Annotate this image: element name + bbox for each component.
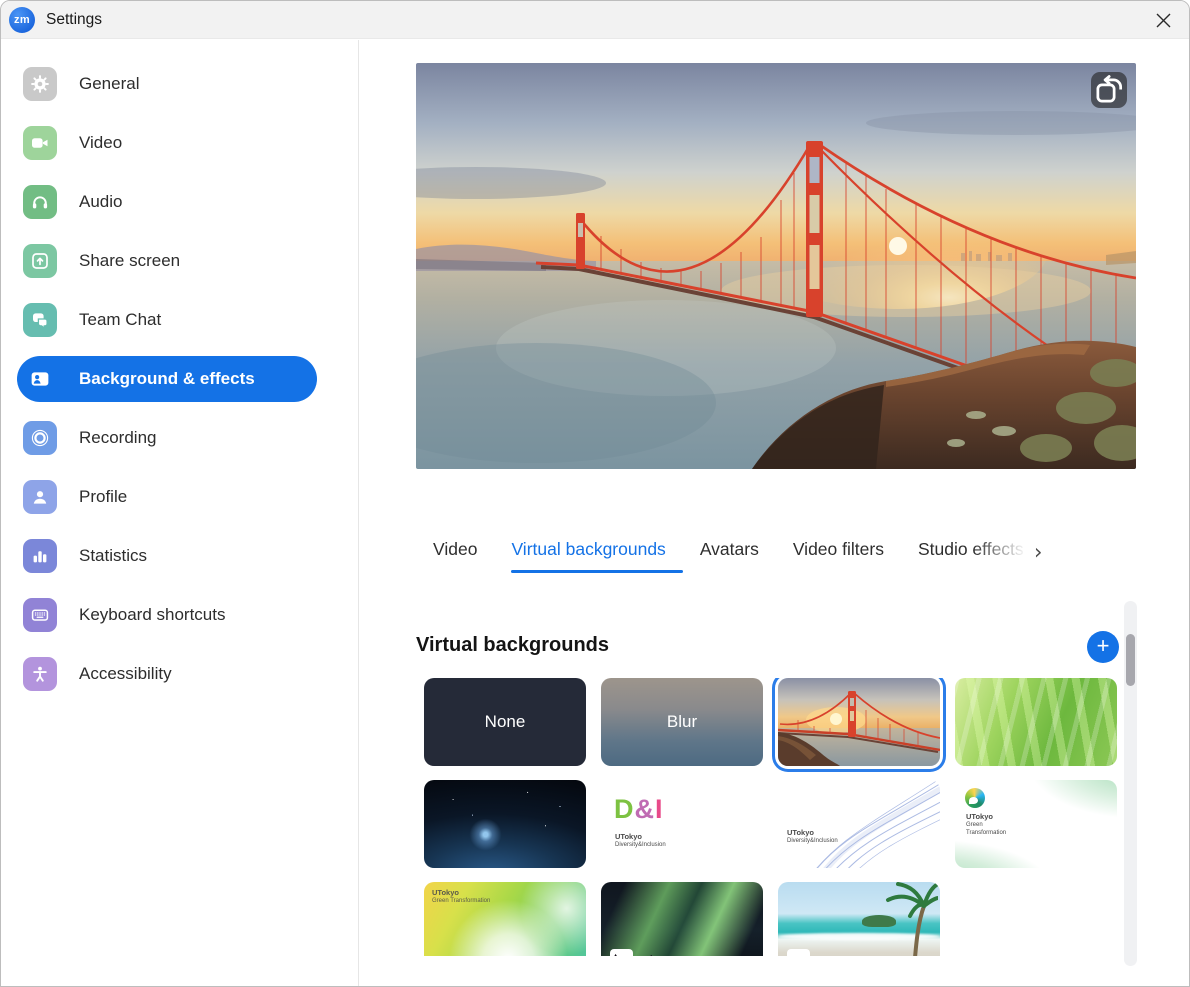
keyboard-icon: [23, 598, 57, 632]
video-badge-icon: [610, 949, 633, 956]
background-tile-beach-palm[interactable]: [778, 882, 940, 956]
background-tile-grass[interactable]: [955, 678, 1117, 766]
person-icon: [23, 480, 57, 514]
background-tile-earth-space[interactable]: [424, 780, 586, 868]
main-panel: Video Virtual backgrounds Avatars Video …: [359, 40, 1190, 987]
record-circle-icon: [23, 421, 57, 455]
sidebar-item-accessibility[interactable]: Accessibility: [17, 651, 317, 697]
golden-gate-preview-image: [416, 63, 1136, 469]
tab-video-filters[interactable]: Video filters: [776, 539, 901, 573]
tab-video[interactable]: Video: [416, 539, 494, 573]
sidebar-item-label: Team Chat: [79, 310, 161, 330]
gear-icon: [23, 67, 57, 101]
sidebar-item-team-chat[interactable]: Team Chat: [17, 297, 317, 343]
tile-label: Blur: [601, 678, 763, 766]
video-preview: [416, 63, 1136, 469]
sidebar-item-label: Keyboard shortcuts: [79, 605, 225, 625]
sidebar-item-label: Statistics: [79, 546, 147, 566]
wave-pattern: [778, 780, 940, 868]
tab-bar: Video Virtual backgrounds Avatars Video …: [416, 539, 1156, 573]
rotate-mirror-icon[interactable]: [1091, 72, 1127, 108]
tab-studio-effects[interactable]: Studio effects: [901, 539, 1032, 573]
green-transformation-logo: [965, 788, 985, 808]
sidebar-item-label: Profile: [79, 487, 127, 507]
scrollbar-thumb[interactable]: [1126, 634, 1135, 686]
background-tile-none[interactable]: None: [424, 678, 586, 766]
background-person-icon: [23, 362, 57, 396]
sidebar-item-label: Video: [79, 133, 122, 153]
add-background-button[interactable]: +: [1087, 631, 1119, 663]
sidebar-item-profile[interactable]: Profile: [17, 474, 317, 520]
tab-virtual-backgrounds[interactable]: Virtual backgrounds: [494, 539, 682, 573]
close-icon[interactable]: [1137, 1, 1189, 39]
background-tile-aurora[interactable]: [601, 882, 763, 956]
background-tile-utokyo-d-and-i-logo[interactable]: D&I UTokyo Diversity&Inclusion: [601, 780, 763, 868]
background-tile-blur[interactable]: Blur: [601, 678, 763, 766]
chat-bubbles-icon: [23, 303, 57, 337]
tab-avatars[interactable]: Avatars: [683, 539, 776, 573]
sidebar-item-label: Background & effects: [79, 369, 255, 389]
d-and-i-logo: D&I: [614, 794, 664, 825]
virtual-backgrounds-grid: None Blur: [424, 678, 1124, 956]
section-title: Virtual backgrounds: [416, 634, 609, 657]
sidebar-item-label: Share screen: [79, 251, 180, 271]
chevron-right-icon[interactable]: ›: [1032, 540, 1044, 564]
brand-text: UTokyo Diversity&Inclusion: [615, 832, 666, 849]
sidebar-item-background-effects[interactable]: Background & effects: [17, 356, 317, 402]
video-badge-icon: [787, 949, 810, 956]
scrollbar-track[interactable]: [1124, 601, 1137, 966]
headphones-icon: [23, 185, 57, 219]
sidebar-item-statistics[interactable]: Statistics: [17, 533, 317, 579]
sidebar: General Video Audio Share screen Team Ch: [1, 40, 359, 987]
sidebar-item-video[interactable]: Video: [17, 120, 317, 166]
background-tile-utokyo-green-gradient[interactable]: UTokyo Green Transformation: [424, 882, 586, 956]
sidebar-item-general[interactable]: General: [17, 61, 317, 107]
section-header: Virtual backgrounds +: [416, 634, 1136, 657]
sidebar-item-keyboard-shortcuts[interactable]: Keyboard shortcuts: [17, 592, 317, 638]
share-screen-icon: [23, 244, 57, 278]
tile-label: None: [424, 678, 586, 766]
sidebar-item-label: Audio: [79, 192, 122, 212]
sidebar-item-recording[interactable]: Recording: [17, 415, 317, 461]
brand-text: UTokyo Diversity&Inclusion: [787, 828, 838, 845]
brand-text: UTokyo Green Transformation: [432, 888, 492, 905]
sidebar-item-label: Recording: [79, 428, 157, 448]
sidebar-item-label: General: [79, 74, 139, 94]
sidebar-item-audio[interactable]: Audio: [17, 179, 317, 225]
sidebar-item-label: Accessibility: [79, 664, 172, 684]
golden-gate-thumbnail: [778, 678, 940, 766]
background-tile-golden-gate-bridge[interactable]: [778, 678, 940, 766]
video-camera-icon: [23, 126, 57, 160]
bar-chart-icon: [23, 539, 57, 573]
plus-icon: +: [1097, 631, 1110, 661]
background-tile-utokyo-green-transformation[interactable]: UTokyo Green Transformation: [955, 780, 1117, 868]
titlebar: zm Settings: [1, 1, 1189, 39]
settings-window: zm Settings General Video: [0, 0, 1190, 987]
palm-tree: [874, 882, 938, 956]
zoom-logo-icon: zm: [9, 7, 35, 33]
sidebar-item-share-screen[interactable]: Share screen: [17, 238, 317, 284]
accessibility-icon: [23, 657, 57, 691]
background-tile-utokyo-wave[interactable]: UTokyo Diversity&Inclusion: [778, 780, 940, 868]
brand-text: UTokyo Green Transformation: [966, 812, 1016, 837]
window-title: Settings: [46, 11, 102, 29]
